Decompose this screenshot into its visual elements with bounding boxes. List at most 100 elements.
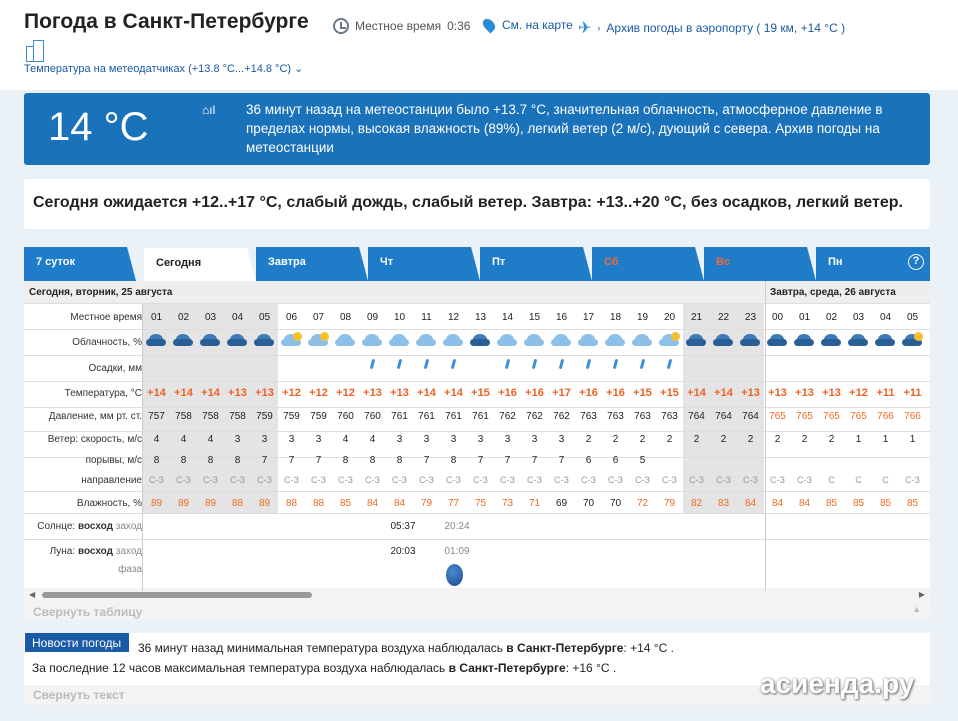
- dir-cell: С: [855, 475, 862, 485]
- tab-label[interactable]: Сб: [604, 256, 619, 268]
- cloud-part: [173, 339, 193, 346]
- gust-cell: 7: [315, 455, 322, 466]
- tab-5[interactable]: Сб: [592, 247, 704, 281]
- temp-cell: +14: [147, 387, 166, 399]
- cloud-icon: [767, 334, 787, 346]
- row-divider: [24, 303, 930, 304]
- airport-archive-link[interactable]: ✈ › Архив погоды в аэропорту ( 19 км, +1…: [578, 18, 845, 38]
- cloud-icon: [578, 334, 598, 346]
- cloud-icon: [389, 334, 409, 346]
- wind-cell: 2: [747, 434, 754, 445]
- cloud-icon: [173, 334, 193, 346]
- tab-4[interactable]: Пт: [480, 247, 592, 281]
- wind-cell: 1: [855, 434, 862, 445]
- pressure-cell: 765: [769, 411, 786, 422]
- sun-icon: [914, 332, 923, 341]
- cloud-part: [794, 339, 814, 346]
- dir-cell: С-З: [365, 475, 380, 485]
- map-link[interactable]: См. на карте: [480, 16, 573, 34]
- tab-label[interactable]: 7 суток: [36, 256, 75, 268]
- sensors-text[interactable]: Температура на метеодатчиках (+13.8 °C..…: [24, 63, 291, 75]
- building-icon: [24, 40, 46, 62]
- gust-cell: 7: [288, 455, 295, 466]
- temp-cell: +12: [849, 387, 868, 399]
- wind-label-bold: Ветер:: [47, 434, 79, 445]
- time-label: Местное время: [70, 312, 142, 323]
- map-link-text[interactable]: См. на карте: [502, 18, 573, 32]
- humidity-cell: 84: [771, 498, 784, 509]
- tab-6[interactable]: Вс: [704, 247, 816, 281]
- sun-icon: [320, 332, 329, 341]
- hour-cell: 02: [177, 312, 190, 323]
- wind-cell: 3: [558, 434, 565, 445]
- cloud-part: [227, 339, 247, 346]
- humidity-cell: 79: [663, 498, 676, 509]
- wind-cell: 3: [531, 434, 538, 445]
- wind-cell: 2: [774, 434, 781, 445]
- tab-label[interactable]: Завтра: [268, 256, 306, 268]
- collapse-table-button[interactable]: Свернуть таблицу ▲: [24, 602, 930, 621]
- wind-cell: 4: [369, 434, 376, 445]
- sensors-dropdown[interactable]: Температура на метеодатчиках (+13.8 °C..…: [24, 62, 303, 75]
- help-icon[interactable]: ?: [908, 254, 924, 270]
- hour-cell: 01: [798, 312, 811, 323]
- wind-cell: 2: [720, 434, 727, 445]
- news-button[interactable]: Новости погоды: [25, 633, 129, 652]
- cloud-icon: [335, 334, 355, 346]
- hour-cell: 05: [906, 312, 919, 323]
- airport-archive-text[interactable]: Архив погоды в аэропорту ( 19 км, +14 °C…: [606, 21, 845, 35]
- hour-cell: 23: [744, 312, 757, 323]
- scrollbar-thumb[interactable]: [42, 592, 312, 598]
- wind-cell: 4: [180, 434, 187, 445]
- hour-cell: 17: [582, 312, 595, 323]
- rain-drop-icon: [639, 358, 646, 370]
- cloud-icon: [740, 334, 760, 346]
- cloud-icon: [227, 334, 247, 346]
- pressure-cell: 759: [256, 411, 273, 422]
- temp-cell: +12: [336, 387, 355, 399]
- temp-cell: +13: [768, 387, 787, 399]
- temp-cell: +14: [174, 387, 193, 399]
- current-temp: 14 °C: [48, 105, 149, 149]
- tab-label[interactable]: Пт: [492, 256, 505, 268]
- gust-cell: 8: [342, 455, 349, 466]
- humidity-cell: 89: [150, 498, 163, 509]
- tab-7[interactable]: Пн?: [816, 247, 930, 281]
- tab-3[interactable]: Чт: [368, 247, 480, 281]
- tab-label[interactable]: Пн: [828, 256, 843, 268]
- tab-0[interactable]: 7 суток: [24, 247, 136, 281]
- gusts-label: порывы, м/с: [85, 455, 142, 466]
- gust-cell: 7: [477, 455, 484, 466]
- wind-cell: 3: [261, 434, 268, 445]
- temp-cell: +11: [903, 387, 922, 399]
- collapse-table-label[interactable]: Свернуть таблицу: [33, 605, 142, 619]
- tab-label[interactable]: Чт: [380, 256, 393, 268]
- horizontal-scrollbar[interactable]: ◀ ▶: [24, 588, 930, 602]
- hour-cell: 03: [204, 312, 217, 323]
- cloud-part: [875, 339, 895, 346]
- hour-cell: 20: [663, 312, 676, 323]
- gust-cell: 8: [180, 455, 187, 466]
- precip-label: Осадки, мм: [88, 363, 142, 374]
- dir-cell: С-З: [419, 475, 434, 485]
- tab-label[interactable]: Вс: [716, 256, 730, 268]
- humidity-cell: 72: [636, 498, 649, 509]
- wind-cell: 4: [342, 434, 349, 445]
- pressure-cell: 764: [742, 411, 759, 422]
- temp-cell: +13: [822, 387, 841, 399]
- tab-2[interactable]: Завтра: [256, 247, 368, 281]
- scroll-right-arrow-icon[interactable]: ▶: [919, 590, 925, 599]
- tab-1[interactable]: Сегодня: [144, 248, 256, 282]
- hour-cell: 11: [421, 312, 432, 323]
- pressure-cell: 765: [796, 411, 813, 422]
- cloud-icon: [443, 334, 463, 346]
- collapse-up-icon[interactable]: ▲: [912, 604, 921, 614]
- forecast-tabs: 7 суток Сегодня Завтра Чт Пт Сб Вс Пн?: [24, 247, 930, 282]
- temp-cell: +14: [417, 387, 436, 399]
- cloud-part: [416, 339, 436, 346]
- humidity-cell: 88: [312, 498, 325, 509]
- humidity-cell: 85: [339, 498, 352, 509]
- tab-label[interactable]: Сегодня: [156, 257, 201, 269]
- sun-label-bold: восход: [77, 521, 113, 532]
- scroll-left-arrow-icon[interactable]: ◀: [29, 590, 35, 599]
